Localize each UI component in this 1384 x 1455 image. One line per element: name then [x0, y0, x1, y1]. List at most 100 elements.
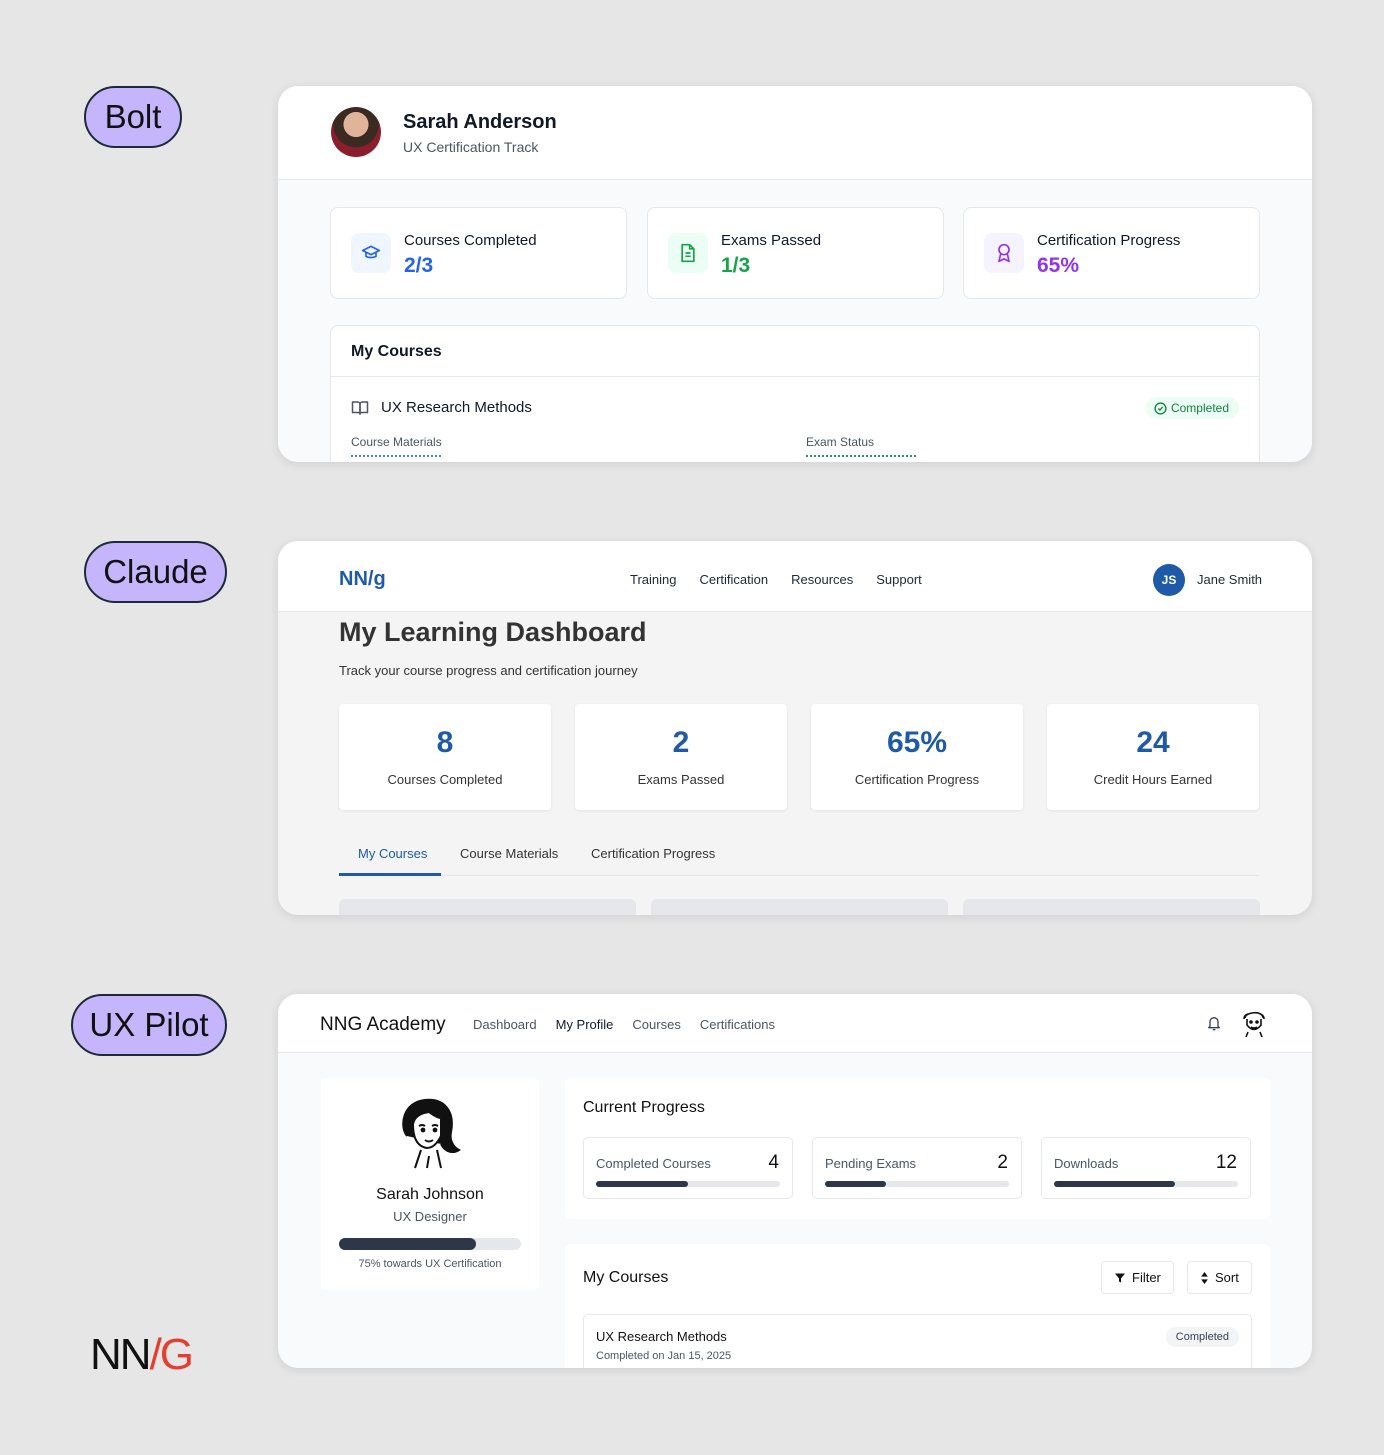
track-name: UX Certification Track — [403, 139, 539, 155]
progress-note: 75% towards UX Certification — [358, 1258, 502, 1270]
nng-logo: NN/G — [90, 1330, 194, 1380]
section-title: My Courses — [583, 1269, 669, 1286]
logo-right: G — [159, 1330, 194, 1379]
truncated-status — [806, 455, 916, 457]
progress-bar — [825, 1181, 1009, 1187]
award-icon — [984, 233, 1024, 273]
nav-item-certifications[interactable]: Certifications — [700, 1017, 775, 1032]
stat-value: 4 — [768, 1152, 779, 1173]
stat-label: Exams Passed — [721, 232, 822, 249]
stat-label: Courses Completed — [404, 232, 537, 249]
tool-label-claude: Claude — [84, 541, 227, 603]
stat-label: Certification Progress — [854, 772, 980, 787]
tab-certification-progress[interactable]: Certification Progress — [591, 846, 715, 861]
stat-value: 12 — [1215, 1152, 1237, 1173]
stat-label: Pending Exams — [825, 1156, 917, 1171]
stat-card-downloads: Downloads 12 — [1041, 1137, 1251, 1199]
exam-status-label: Exam Status — [806, 435, 875, 449]
progress-fill — [339, 1238, 476, 1250]
nav-item-courses[interactable]: Courses — [632, 1017, 680, 1032]
nav-item-support[interactable]: Support — [876, 572, 922, 587]
nav-item-training[interactable]: Training — [630, 572, 676, 587]
stat-card: 2 Exams Passed — [575, 704, 787, 810]
course-card[interactable] — [963, 899, 1260, 915]
stat-card-certification: Certification Progress 65% — [963, 207, 1260, 299]
course-row[interactable]: UX Research Methods Completed on Jan 15,… — [583, 1314, 1252, 1368]
nav-links: Dashboard My Profile Courses Certificati… — [473, 1017, 775, 1032]
progress-fill — [596, 1181, 688, 1187]
stat-label: Exams Passed — [637, 772, 725, 787]
divider — [331, 376, 1259, 377]
my-courses-panel: My Courses UX Research Methods Completed… — [330, 325, 1260, 462]
tab-bar: My Courses Course Materials Certificatio… — [339, 834, 1259, 876]
stat-card: 65% Certification Progress — [811, 704, 1023, 810]
stat-card-exams: Exams Passed 1/3 — [647, 207, 944, 299]
stat-value: 65% — [886, 726, 948, 759]
user-name: Sarah Anderson — [403, 111, 557, 133]
stat-card-completed-courses: Completed Courses 4 — [583, 1137, 793, 1199]
course-name: UX Research Methods — [596, 1329, 727, 1344]
logo[interactable]: NN/g — [339, 568, 386, 591]
claude-screenshot: NN/g Training Certification Resources Su… — [278, 541, 1312, 915]
tab-my-courses[interactable]: My Courses — [358, 846, 427, 861]
section-title: Current Progress — [583, 1099, 705, 1116]
stat-card-pending-exams: Pending Exams 2 — [812, 1137, 1022, 1199]
filter-button[interactable]: Filter — [1101, 1261, 1174, 1294]
progress-fill — [825, 1181, 886, 1187]
check-circle-icon — [1154, 401, 1167, 415]
stat-value: 65% — [1037, 254, 1080, 277]
current-progress-panel: Current Progress Completed Courses 4 Pen… — [565, 1078, 1270, 1219]
stat-value: 8 — [436, 726, 454, 759]
tool-label-text: Claude — [103, 553, 208, 590]
tool-label-text: Bolt — [104, 98, 162, 135]
section-title: My Courses — [351, 343, 442, 360]
brand-name[interactable]: NNG Academy — [320, 1014, 446, 1036]
bolt-screenshot: Sarah Anderson UX Certification Track Co… — [278, 86, 1312, 462]
course-name[interactable]: UX Research Methods — [381, 399, 532, 416]
book-icon — [351, 400, 369, 421]
bell-icon[interactable] — [1206, 1014, 1222, 1037]
course-materials-label: Course Materials — [351, 435, 442, 449]
sort-button[interactable]: Sort — [1187, 1261, 1252, 1294]
nav-item-dashboard[interactable]: Dashboard — [473, 1017, 537, 1032]
user-name[interactable]: Jane Smith — [1197, 572, 1262, 587]
avatar[interactable] — [1240, 1008, 1268, 1038]
button-label: Filter — [1132, 1270, 1161, 1285]
nav-item-my-profile[interactable]: My Profile — [556, 1017, 614, 1032]
truncated-link[interactable] — [351, 455, 441, 457]
status-badge: Completed — [1145, 397, 1239, 419]
avatar — [389, 1094, 469, 1179]
button-label: Sort — [1215, 1270, 1239, 1285]
page-title: My Learning Dashboard — [339, 617, 647, 647]
status-text: Completed — [1170, 401, 1229, 415]
stat-value: 24 — [1136, 726, 1170, 759]
avatar[interactable]: JS — [1153, 564, 1185, 596]
my-courses-panel: My Courses Filter Sort UX Research Metho… — [565, 1244, 1270, 1368]
stat-card-courses: Courses Completed 2/3 — [330, 207, 627, 299]
profile-header: Sarah Anderson UX Certification Track — [278, 86, 1312, 180]
logo-slash: / — [149, 1330, 162, 1379]
progress-bar — [1054, 1181, 1238, 1187]
tab-course-materials[interactable]: Course Materials — [460, 846, 558, 861]
tool-label-uxpilot: UX Pilot — [71, 994, 227, 1056]
uxpilot-screenshot: NNG Academy Dashboard My Profile Courses… — [278, 994, 1312, 1368]
nav-item-resources[interactable]: Resources — [791, 572, 853, 587]
course-card[interactable] — [651, 899, 948, 915]
tool-label-text: UX Pilot — [89, 1006, 209, 1043]
active-tab-indicator — [339, 873, 441, 876]
stat-value: 2 — [672, 726, 690, 759]
stat-card: 24 Credit Hours Earned — [1047, 704, 1259, 810]
nav-links: Training Certification Resources Support — [630, 572, 922, 587]
tool-label-bolt: Bolt — [84, 86, 182, 148]
stat-label: Downloads — [1054, 1156, 1119, 1171]
sort-icon — [1201, 1271, 1208, 1284]
nav-item-certification[interactable]: Certification — [699, 572, 768, 587]
course-card[interactable] — [339, 899, 636, 915]
avatar[interactable] — [331, 107, 381, 157]
stat-value: 2 — [997, 1152, 1008, 1173]
certification-progress-bar — [339, 1238, 521, 1250]
stat-label: Certification Progress — [1037, 232, 1181, 249]
stat-label: Completed Courses — [596, 1156, 711, 1171]
profile-name: Sarah Johnson — [376, 1186, 484, 1203]
profile-role: UX Designer — [393, 1209, 467, 1224]
